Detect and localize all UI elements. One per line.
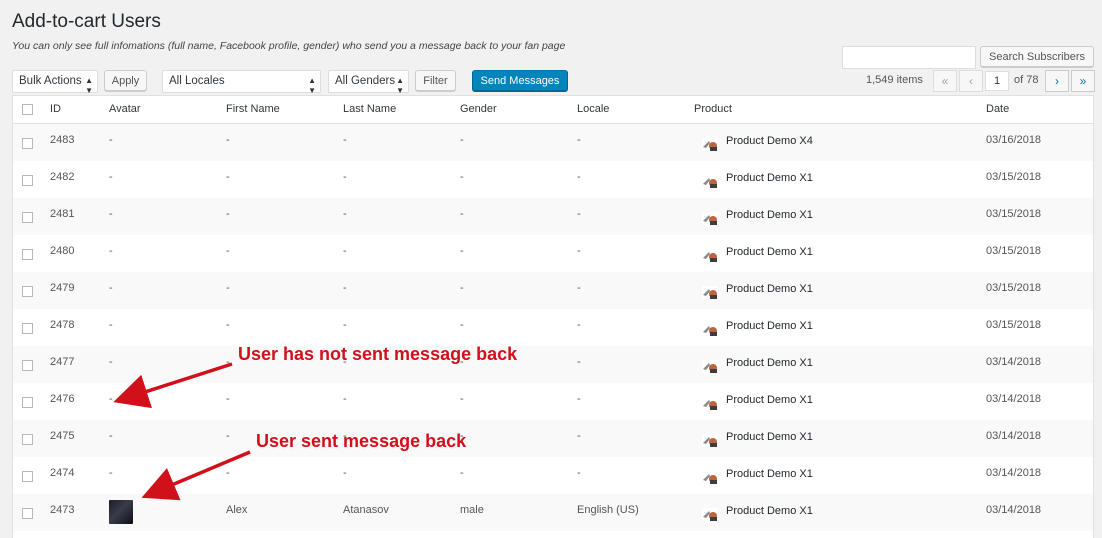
arrow-to-no-avatar [113,362,233,409]
arrow-to-avatar [141,450,251,501]
annotation-arrows [113,362,251,501]
